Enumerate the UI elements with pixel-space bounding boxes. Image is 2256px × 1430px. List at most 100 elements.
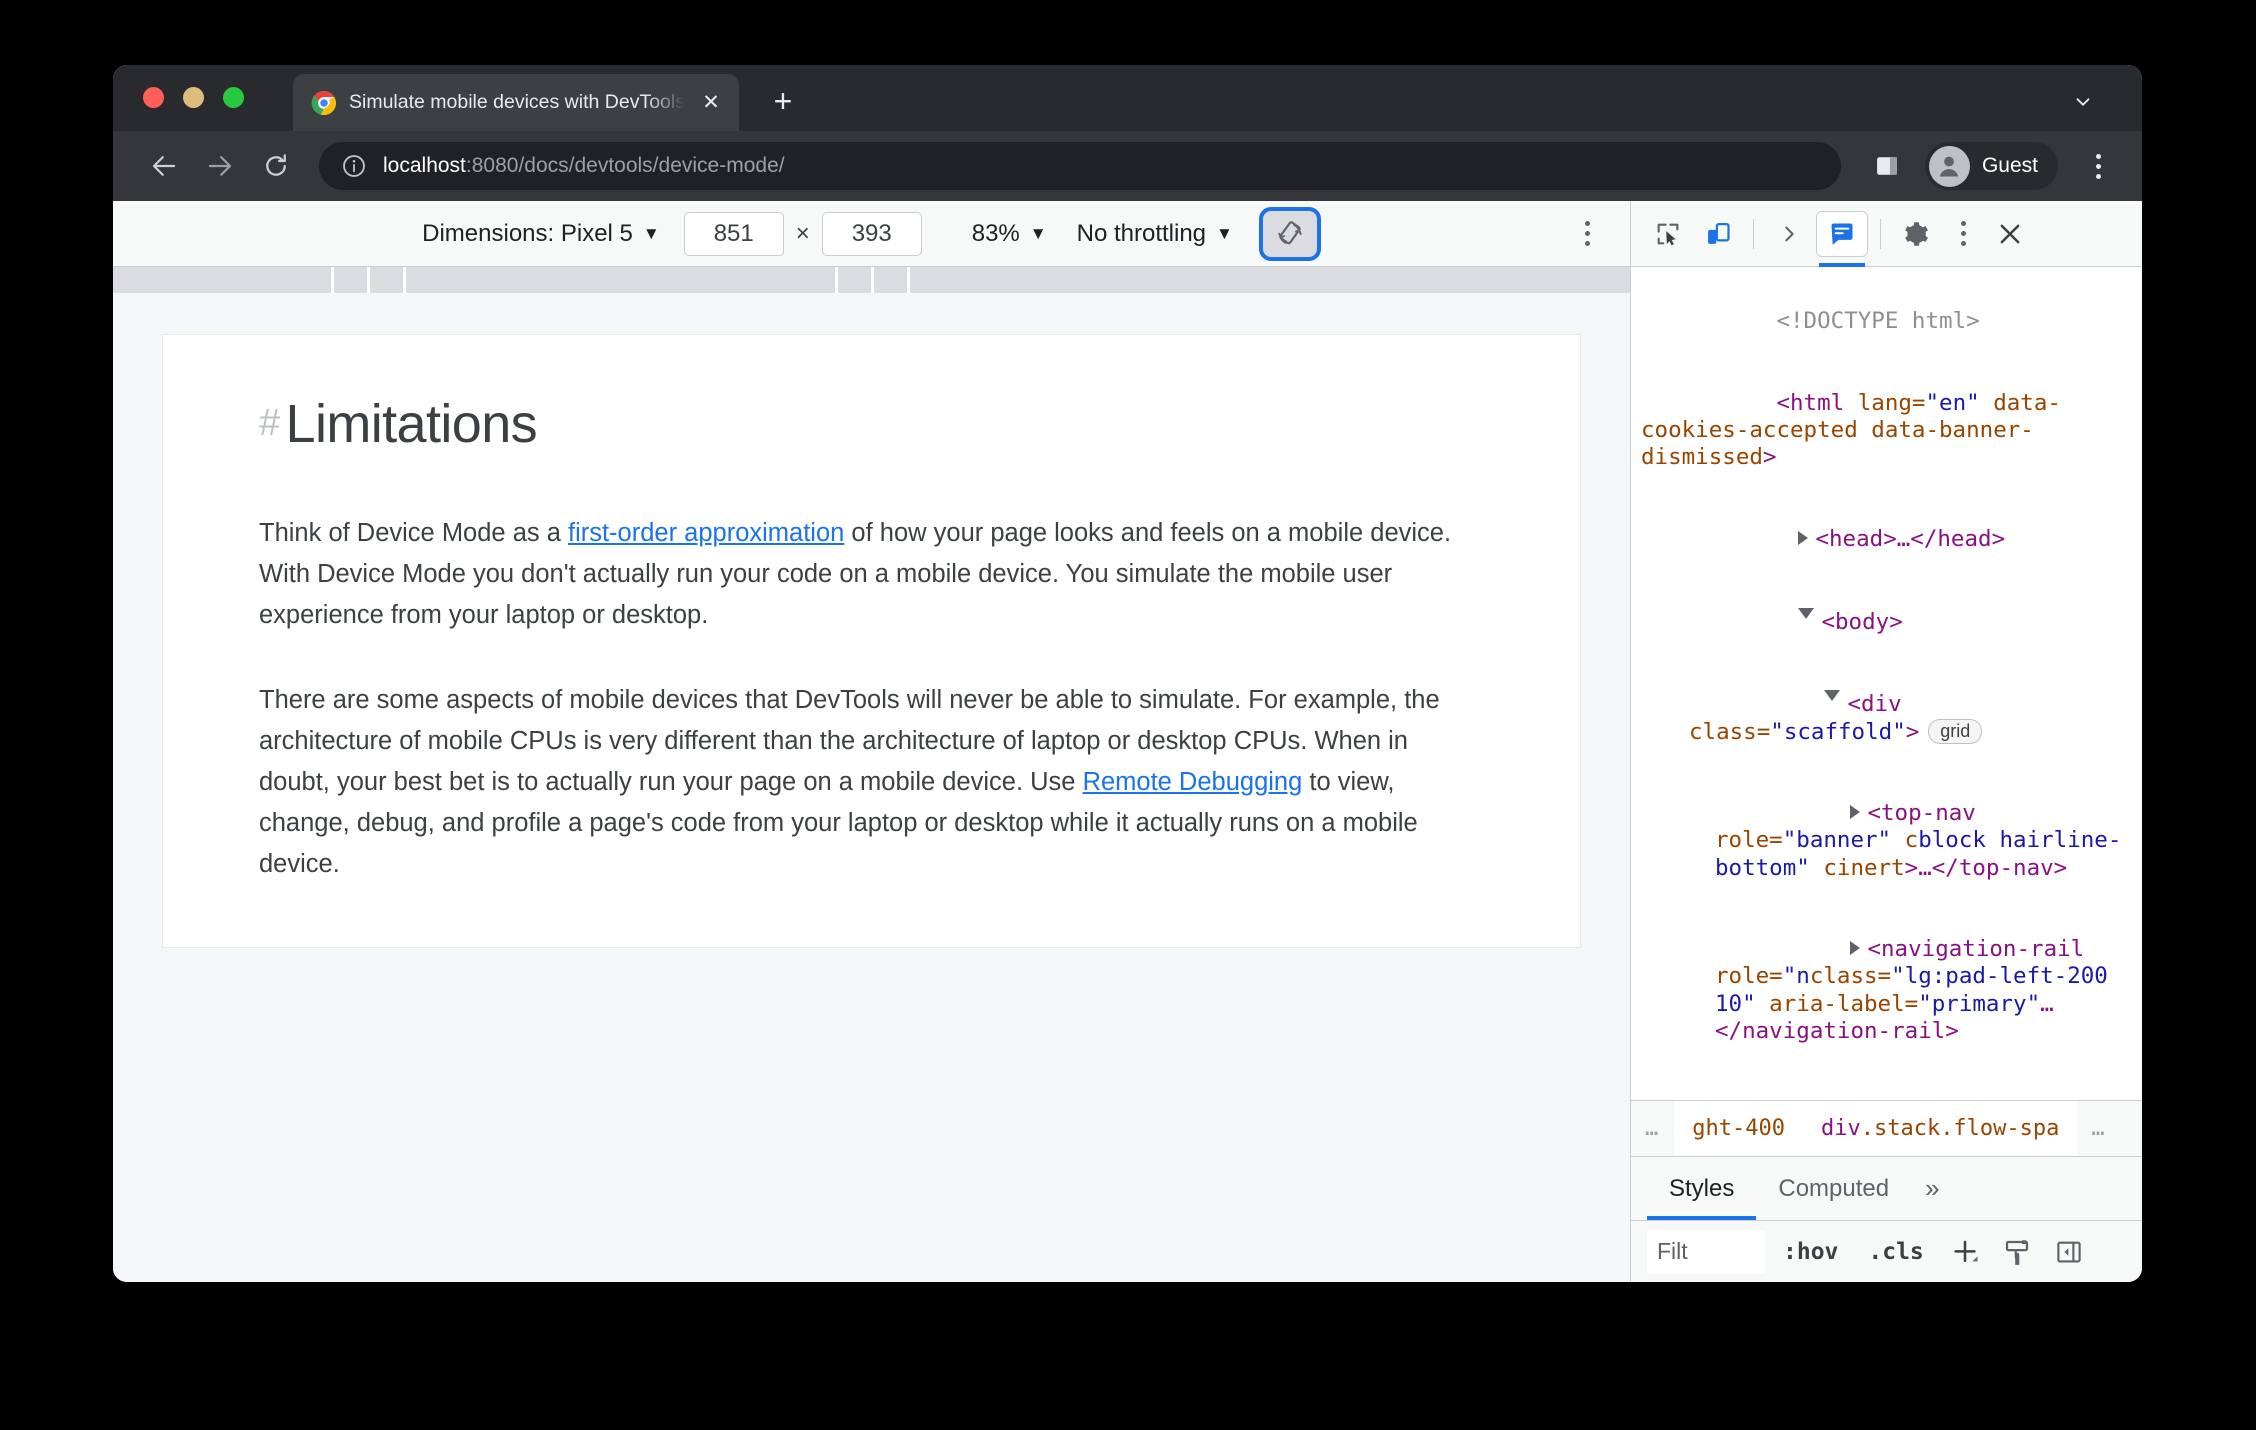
throttling-selector[interactable]: No throttling ▼ — [1077, 220, 1233, 248]
site-info-icon[interactable] — [341, 153, 367, 179]
top-nav-attr-role-value: "banner" — [1782, 827, 1892, 854]
paragraph-2: There are some aspects of mobile devices… — [259, 680, 1484, 885]
collapse-triangle-icon[interactable] — [1824, 690, 1841, 708]
tab-strip: Simulate mobile devices with DevTools ✕ … — [113, 65, 2142, 131]
profile-button[interactable]: Guest — [1924, 142, 2058, 190]
remote-debugging-link[interactable]: Remote Debugging — [1083, 768, 1303, 796]
viewport-ruler — [113, 267, 1630, 294]
breadcrumb-item-2-classes: .stack.flow-spa — [1860, 1116, 2060, 1141]
div-tag: <div — [1847, 691, 1916, 718]
zoom-level-label: 83% — [971, 219, 1020, 247]
top-nav-attr-role: role= — [1715, 827, 1783, 854]
settings-gear-icon[interactable] — [1893, 211, 1939, 257]
chrome-favicon-icon — [311, 90, 337, 116]
paragraph-1-part-a: Think of Device Mode as a — [259, 519, 568, 547]
minimize-window-button[interactable] — [183, 87, 204, 108]
head-tag: <head>…</head> — [1815, 525, 2006, 552]
side-panel-icon[interactable] — [1865, 144, 1909, 188]
tab-list-chevron-down-icon[interactable] — [2068, 87, 2098, 117]
new-style-rule-button[interactable] — [1942, 1229, 1988, 1275]
new-tab-button[interactable]: + — [763, 81, 803, 121]
dom-node-head[interactable]: <head>…</head> — [1641, 499, 2142, 581]
tab-styles[interactable]: Styles — [1647, 1157, 1757, 1220]
breadcrumb-item-2-element: div — [1820, 1116, 1861, 1141]
dimensions-separator: × — [795, 219, 810, 247]
viewport-height-input[interactable] — [821, 211, 922, 256]
dom-tree[interactable]: <!DOCTYPE html> <html lang="en" data-coo… — [1631, 267, 2142, 1100]
collapse-triangle-icon[interactable] — [1798, 607, 1815, 626]
tab-computed[interactable]: Computed — [1756, 1157, 1911, 1220]
throttling-label: No throttling — [1076, 219, 1207, 247]
dom-node-top-nav[interactable]: <top-nav role="banner" cblock hairline-b… — [1641, 773, 2142, 909]
grid-badge[interactable]: grid — [1928, 718, 1983, 745]
profile-name: Guest — [1981, 154, 2038, 177]
window-traffic-lights — [143, 87, 244, 108]
navigation-rail-attr-class: class= — [1809, 963, 1892, 990]
zoom-selector[interactable]: 83% ▼ — [972, 220, 1047, 248]
dom-node-side-nav[interactable]: <side-nav type=t">…</side-nav> — [1641, 1072, 2142, 1101]
div-tag-close: > — [1905, 718, 1920, 745]
div-attr-class-value: "scaffold" — [1770, 718, 1906, 745]
close-window-button[interactable] — [143, 87, 164, 108]
top-nav-tag-end: >…</top-nav> — [1904, 854, 2068, 881]
devtools-menu-button[interactable] — [1943, 211, 1983, 257]
device-selector[interactable]: Dimensions: Pixel 5 ▼ — [422, 220, 660, 248]
doctype-text: <!DOCTYPE html> — [1776, 308, 1980, 335]
page-title-text: Limitations — [285, 394, 538, 454]
address-bar[interactable]: localhost:8080/docs/devtools/device-mode… — [319, 142, 1841, 190]
navigation-rail-attr-aria-value: "primary" — [1918, 990, 2041, 1017]
computed-styles-paintbrush-icon[interactable] — [1994, 1229, 2040, 1275]
avatar — [1928, 145, 1970, 187]
dom-node-scaffold[interactable]: <div class="scaffold"> grid — [1641, 663, 2142, 773]
toggle-sidebar-panel-icon[interactable] — [2046, 1229, 2092, 1275]
tab-elements[interactable] — [1816, 210, 1868, 267]
url-host: localhost — [383, 154, 466, 177]
html-tag-close: > — [1762, 444, 1777, 471]
tab-close-icon[interactable]: ✕ — [697, 89, 725, 117]
toggle-device-toolbar-icon[interactable] — [1695, 211, 1741, 257]
expand-triangle-icon[interactable] — [1850, 805, 1861, 820]
viewport-width-input[interactable] — [683, 211, 784, 256]
breadcrumb-item-2[interactable]: div .stack.flow-spa — [1802, 1101, 2078, 1156]
browser-window: Simulate mobile devices with DevTools ✕ … — [113, 65, 2142, 1282]
back-button[interactable] — [141, 143, 187, 189]
page-content-card: # Limitations Think of Device Mode as a f… — [162, 334, 1581, 949]
styles-filter-input[interactable] — [1647, 1229, 1765, 1274]
breadcrumb-overflow-left[interactable]: … — [1631, 1116, 1674, 1141]
device-mode-viewport-column: Dimensions: Pixel 5 ▼ × 83% ▼ No throttl… — [113, 201, 1631, 1282]
chevron-down-icon: ▼ — [642, 224, 660, 243]
more-tabs-chevron-icon[interactable]: » — [1911, 1157, 1953, 1220]
dom-node-doctype[interactable]: <!DOCTYPE html> — [1641, 281, 2142, 363]
dom-node-html[interactable]: <html lang="en" data-cookies-accepted da… — [1641, 363, 2142, 499]
navigation-rail-attr-role: role= — [1715, 963, 1783, 990]
address-bar-url: localhost:8080/docs/devtools/device-mode… — [383, 154, 785, 178]
top-nav-attr-inert: inert — [1836, 854, 1905, 881]
browser-menu-button[interactable] — [2076, 143, 2120, 189]
toggle-class-button[interactable]: .cls — [1856, 1239, 1935, 1265]
browser-tab[interactable]: Simulate mobile devices with DevTools ✕ — [293, 74, 739, 131]
reload-button[interactable] — [253, 143, 299, 189]
tab-title: Simulate mobile devices with DevTools — [349, 91, 685, 113]
dom-breadcrumb[interactable]: … ght-400 div .stack.flow-spa … — [1631, 1100, 2142, 1156]
first-order-approximation-link[interactable]: first-order approximation — [568, 519, 844, 547]
inspect-element-icon[interactable] — [1645, 211, 1691, 257]
expand-triangle-icon[interactable] — [1798, 530, 1809, 545]
forward-button[interactable] — [197, 143, 243, 189]
expand-triangle-icon[interactable] — [1850, 941, 1861, 956]
devtools-toolbar — [1631, 201, 2142, 267]
close-devtools-icon[interactable] — [1987, 211, 2033, 257]
navigation-rail-attr-class-value-2: 0" — [1728, 990, 1756, 1017]
breadcrumb-overflow-right[interactable]: … — [2077, 1116, 2120, 1141]
dom-node-navigation-rail[interactable]: <navigation-rail role="nclass="lg:pad-le… — [1641, 909, 2142, 1072]
breadcrumb-item-1[interactable]: ght-400 — [1674, 1101, 1803, 1156]
rotate-device-button[interactable] — [1258, 206, 1321, 261]
toggle-hover-state-button[interactable]: :hov — [1771, 1239, 1850, 1265]
more-panels-chevron-right-icon[interactable] — [1766, 211, 1812, 257]
device-toolbar-menu-button[interactable] — [1566, 211, 1608, 257]
page-title: # Limitations — [259, 393, 1484, 455]
dom-node-body[interactable]: <body> — [1641, 580, 2142, 663]
maximize-window-button[interactable] — [223, 87, 244, 108]
styles-pane-tabs: Styles Computed » — [1631, 1156, 2142, 1220]
anchor-hash-icon[interactable]: # — [259, 402, 280, 444]
body-tag: <body> — [1821, 608, 1903, 635]
